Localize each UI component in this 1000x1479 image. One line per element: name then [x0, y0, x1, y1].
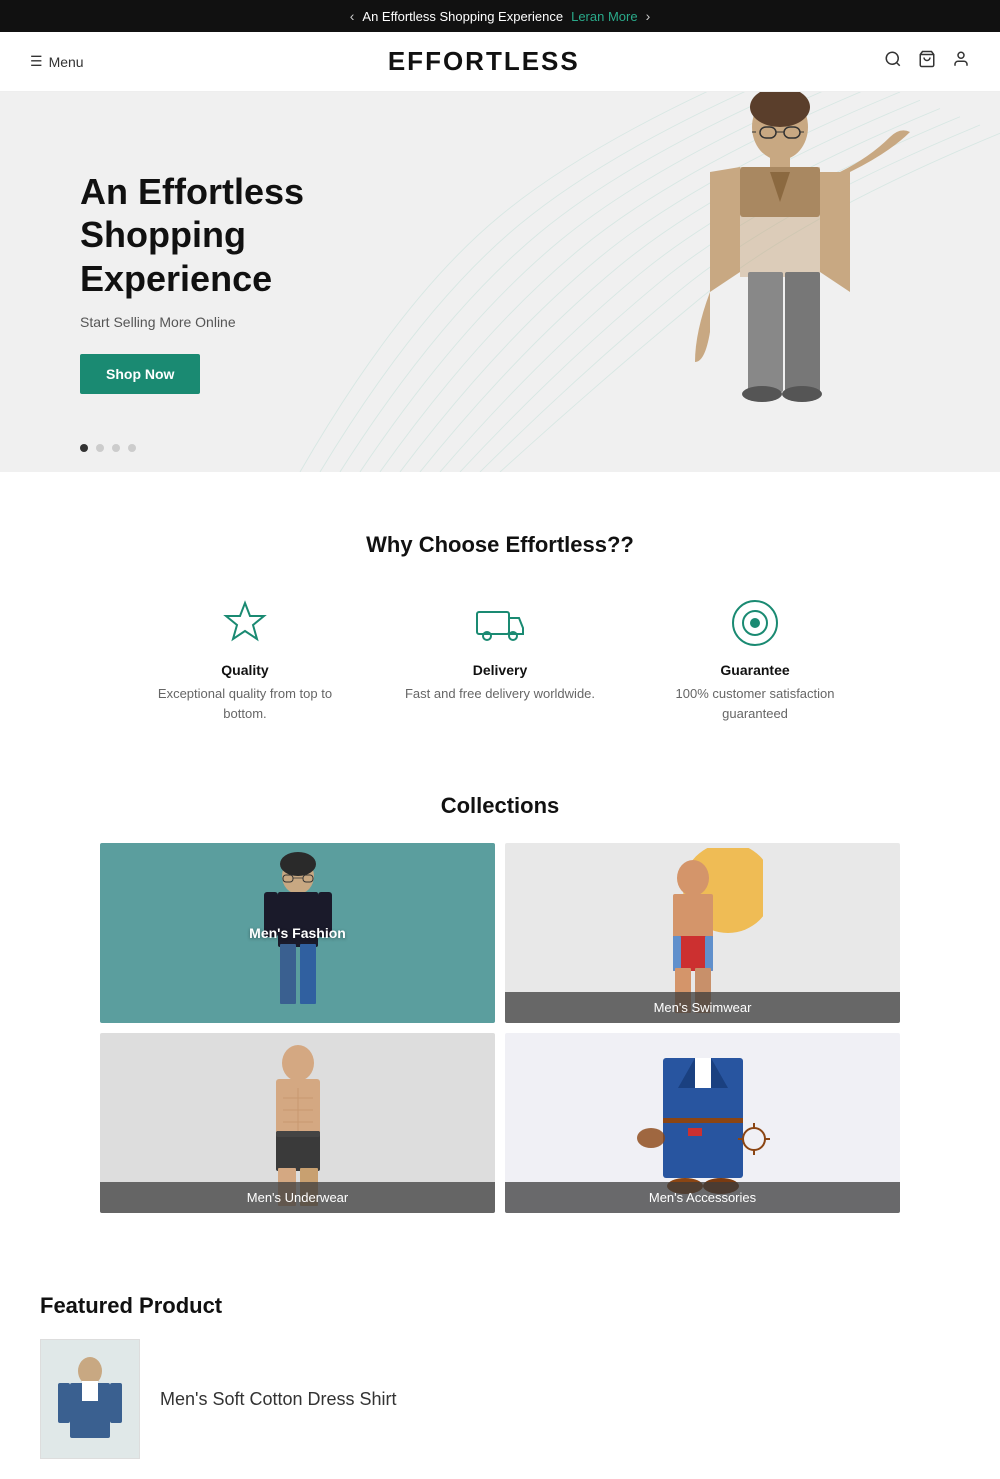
cart-icon[interactable]: [918, 50, 936, 73]
collection-mens-accessories[interactable]: Men's Accessories: [505, 1033, 900, 1213]
features-grid: Quality Exceptional quality from top to …: [40, 598, 960, 723]
quality-title: Quality: [145, 662, 345, 678]
hero-section: An Effortless Shopping Experience Start …: [0, 92, 1000, 472]
header-icons: [884, 50, 970, 73]
menu-button[interactable]: ☰ Menu: [30, 53, 84, 70]
quality-icon: [220, 598, 270, 648]
collections-title: Collections: [100, 793, 900, 819]
guarantee-icon: [730, 598, 780, 648]
mens-swimwear-label: Men's Swimwear: [505, 992, 900, 1023]
announcement-prev-arrow[interactable]: ‹: [350, 8, 355, 24]
collection-mens-underwear[interactable]: Men's Underwear: [100, 1033, 495, 1213]
delivery-desc: Fast and free delivery worldwide.: [405, 684, 595, 704]
shop-now-button[interactable]: Shop Now: [80, 354, 200, 394]
mens-fashion-center-label: Men's Fashion: [249, 925, 346, 941]
collections-grid: Men's Fashion: [100, 843, 900, 1213]
delivery-title: Delivery: [405, 662, 595, 678]
delivery-icon: [475, 598, 525, 648]
account-icon[interactable]: [952, 50, 970, 73]
quality-desc: Exceptional quality from top to bottom.: [145, 684, 345, 723]
collections-section: Collections: [0, 763, 1000, 1253]
collection-mens-swimwear[interactable]: Men's Swimwear: [505, 843, 900, 1023]
featured-product-name: Men's Soft Cotton Dress Shirt: [160, 1389, 397, 1410]
announcement-learn-more[interactable]: Leran More: [571, 9, 637, 24]
hero-title: An Effortless Shopping Experience: [80, 170, 370, 300]
feature-guarantee: Guarantee 100% customer satisfaction gua…: [655, 598, 855, 723]
mens-accessories-label: Men's Accessories: [505, 1182, 900, 1213]
menu-icon: ☰: [30, 53, 43, 70]
mens-underwear-label: Men's Underwear: [100, 1182, 495, 1213]
collection-mens-fashion[interactable]: Men's Fashion: [100, 843, 495, 1023]
why-choose-section: Why Choose Effortless?? Quality Exceptio…: [0, 472, 1000, 763]
featured-product-title: Featured Product: [40, 1293, 960, 1319]
featured-product-thumb[interactable]: [40, 1339, 140, 1459]
hero-model-image: [620, 92, 940, 472]
why-choose-title: Why Choose Effortless??: [40, 532, 960, 558]
site-logo[interactable]: EFFORTLESS: [84, 46, 884, 77]
hero-subtitle: Start Selling More Online: [80, 314, 370, 330]
announcement-text: An Effortless Shopping Experience: [362, 9, 563, 24]
search-icon[interactable]: [884, 50, 902, 73]
model-svg: [640, 92, 920, 472]
announcement-bar: ‹ An Effortless Shopping Experience Lera…: [0, 0, 1000, 32]
header: ☰ Menu EFFORTLESS: [0, 32, 1000, 92]
featured-product-section: Featured Product Men's Soft Cotton Dress…: [0, 1253, 1000, 1479]
guarantee-title: Guarantee: [655, 662, 855, 678]
feature-delivery: Delivery Fast and free delivery worldwid…: [405, 598, 595, 723]
announcement-next-arrow[interactable]: ›: [646, 8, 651, 24]
guarantee-desc: 100% customer satisfaction guaranteed: [655, 684, 855, 723]
featured-product-item: Men's Soft Cotton Dress Shirt: [40, 1339, 960, 1459]
menu-label: Menu: [49, 54, 84, 70]
featured-product-image: [50, 1349, 130, 1449]
hero-content: An Effortless Shopping Experience Start …: [0, 110, 450, 454]
feature-quality: Quality Exceptional quality from top to …: [145, 598, 345, 723]
